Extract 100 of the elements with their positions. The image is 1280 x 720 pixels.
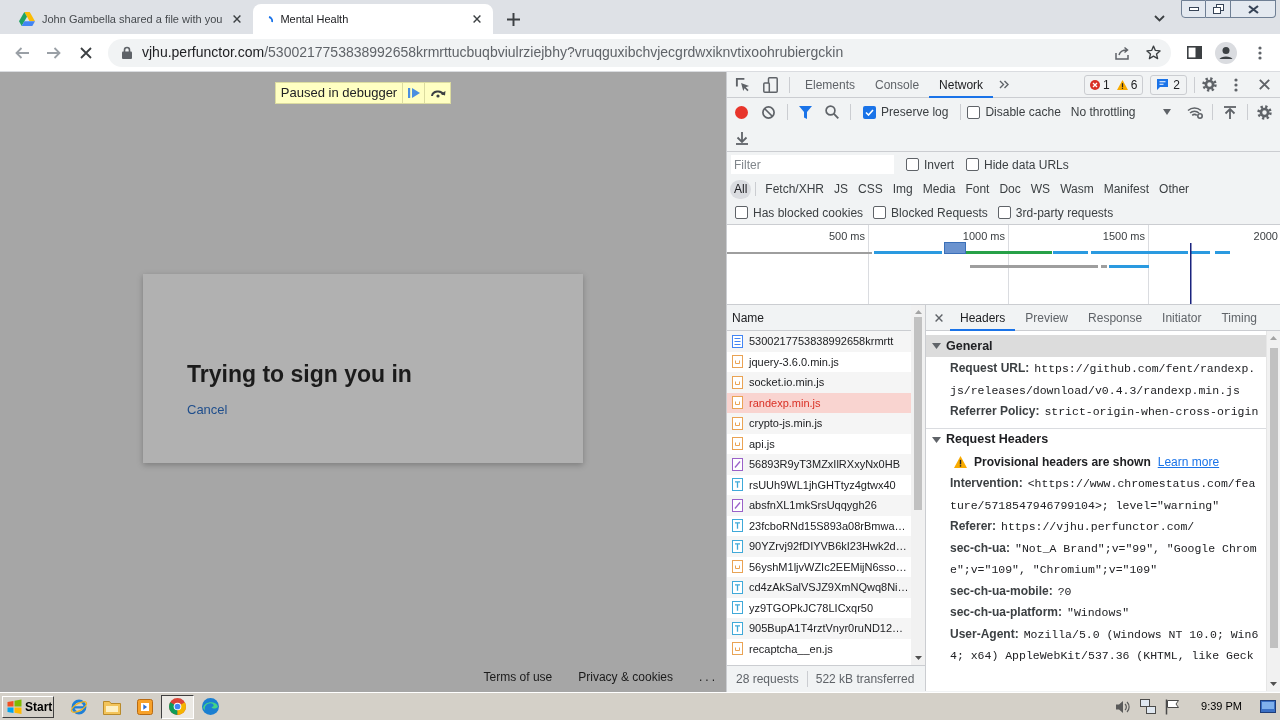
filter-input[interactable]: Filter (731, 155, 894, 174)
error-count: 1 (1102, 76, 1110, 94)
header-row-text: Referer: https://vjhu.perfunctor.com/ (950, 518, 1196, 535)
upload-icon (1224, 105, 1237, 119)
restore-icon (1212, 4, 1224, 14)
issues-counter[interactable]: 1 6 (1083, 74, 1144, 95)
type-filter-button[interactable]: CSS (853, 179, 888, 199)
checkbox[interactable] (863, 105, 877, 119)
timeline-bar (1215, 251, 1230, 254)
window-close-button[interactable] (1231, 0, 1276, 18)
desktop-icon (1260, 700, 1276, 713)
browser-tab[interactable]: John Gambella shared a file with you (8, 4, 254, 34)
learn-more-link[interactable]: Learn more (1157, 453, 1220, 472)
settings-icon (1201, 77, 1217, 92)
request-row[interactable]: 56893R9yT3MZxIlRXxyNx0HB (727, 454, 911, 475)
forward-arrow-icon (47, 46, 61, 59)
panel-tab[interactable]: Elements (795, 71, 866, 98)
details-tab[interactable]: Response (1078, 304, 1153, 331)
type-filter-button[interactable]: JS (829, 179, 854, 199)
footer-link[interactable]: Terms of use (483, 668, 553, 686)
checkbox[interactable] (966, 158, 979, 171)
details-tab[interactable]: Timing (1211, 304, 1267, 331)
column-header[interactable]: Name (727, 308, 764, 327)
minimize-button[interactable] (1181, 0, 1206, 18)
browser-tab[interactable]: Mental Health (253, 4, 494, 34)
type-filter-button[interactable]: Media (917, 179, 961, 199)
script-file-icon (732, 560, 743, 574)
header-row-text: sec-ch-ua-platform: "Windows" (950, 604, 1131, 621)
details-tab[interactable]: Preview (1015, 304, 1079, 331)
scrollbar-thumb[interactable] (914, 317, 922, 510)
clock-text: 9:39 PM (1201, 699, 1242, 715)
device-icon (762, 76, 778, 93)
checkbox-label: Has blocked cookies (753, 204, 864, 222)
type-filter-button[interactable]: Fetch/XHR (760, 179, 830, 199)
request-row[interactable]: 905BupA1T4rztVnyr0ruND12… (727, 618, 911, 639)
scrollbar-thumb[interactable] (1269, 348, 1278, 648)
t-file-icon (732, 519, 743, 533)
request-row[interactable]: socket.io.min.js (727, 372, 911, 393)
t-file-icon (732, 580, 743, 594)
details-tab[interactable]: Initiator (1152, 304, 1212, 331)
document-icon (732, 334, 743, 348)
address-bar[interactable]: vjhu.perfunctor.com/5300217753838992658krmrttucbuqbviulrziejbhy?vruqguxibchvjecgrdwxiknvtixoohrubiergckin (108, 38, 1171, 67)
restore-button[interactable] (1206, 0, 1231, 18)
message-icon (1157, 79, 1169, 90)
profile-button[interactable] (1213, 39, 1239, 66)
settings-icon (1256, 104, 1272, 120)
status-text: 28 requests (735, 670, 799, 688)
throttling-dropdown[interactable]: No throttling (1070, 101, 1172, 123)
type-filter-button[interactable]: All (730, 179, 752, 199)
checkbox[interactable] (906, 158, 919, 171)
wave-logo-icon (202, 698, 219, 715)
panel-tab[interactable]: Console (865, 71, 930, 98)
panel-tab[interactable]: Network (929, 71, 994, 98)
plus-icon (506, 12, 520, 26)
type-filter-button[interactable]: WS (1025, 179, 1056, 199)
request-row[interactable]: cd4zAkSalVSJZ9XmNQwq8Ni… (727, 577, 911, 598)
start-button[interactable]: Start (2, 695, 54, 718)
checkbox[interactable] (735, 206, 748, 219)
tick-label: 2000 (1253, 229, 1278, 244)
request-row[interactable]: 5300217753838992658krmrtt (727, 331, 911, 352)
status-text: 522 kB transferred (815, 670, 915, 688)
type-filter-button[interactable]: Font (960, 179, 995, 199)
error-icon (1089, 79, 1100, 90)
checkbox-label: Hide data URLs (984, 156, 1069, 174)
type-filter-button[interactable]: Other (1154, 179, 1195, 199)
type-filter-button[interactable]: Doc (994, 179, 1026, 199)
taskbar-button[interactable] (161, 694, 194, 719)
script-file-icon (732, 355, 743, 369)
wifi-gear-icon (1186, 105, 1203, 119)
request-row[interactable]: absfnXL1mkSrsUqqygh26 (727, 495, 911, 516)
type-filter-button[interactable]: Img (887, 179, 918, 199)
flag-icon (1165, 698, 1181, 715)
cancel-link[interactable]: Cancel (187, 401, 228, 419)
dialog-title: Trying to sign you in (187, 360, 412, 389)
request-row[interactable]: 90YZrvj92fDIYVB6kI23Hwk2d… (727, 536, 911, 557)
request-row[interactable]: randexp.min.js (727, 392, 911, 413)
message-count: 2 (1173, 76, 1180, 94)
show-desktop-button[interactable] (1260, 699, 1276, 714)
request-row[interactable]: crypto-js.min.js (727, 413, 911, 434)
step-over-icon (429, 88, 446, 98)
checkbox-label: Preserve log (881, 104, 949, 121)
script-file-icon (732, 437, 743, 451)
footer-link[interactable]: ... (699, 668, 718, 686)
tick-label: 1000 ms (962, 229, 1005, 244)
type-filter-button[interactable]: Wasm (1055, 179, 1099, 199)
globe-e-icon (69, 697, 88, 716)
checkbox[interactable] (873, 206, 887, 219)
section-header[interactable]: General (926, 335, 1266, 357)
type-filter-button[interactable]: Manifest (1098, 179, 1155, 199)
header-row-text: Referrer Policy: strict-origin-when-cross-origin (950, 403, 1260, 420)
scrollbar[interactable] (1266, 331, 1280, 691)
checkbox[interactable] (997, 206, 1011, 219)
load-marker-line (1190, 243, 1192, 304)
messages-counter[interactable]: 2 (1150, 74, 1187, 95)
warning-icon (1116, 79, 1128, 90)
footer-link[interactable]: Privacy & cookies (578, 668, 673, 686)
checkbox[interactable] (967, 105, 981, 119)
details-tab[interactable]: Headers (950, 304, 1016, 331)
scrollbar[interactable] (911, 305, 925, 665)
section-header[interactable]: Request Headers (926, 428, 1266, 451)
